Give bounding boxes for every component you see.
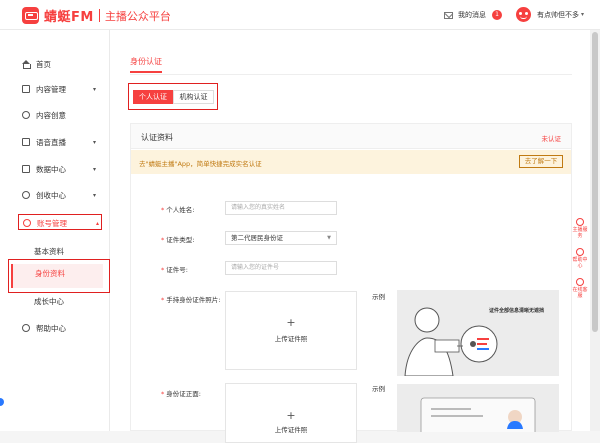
- chevron-down-icon: ▾: [92, 138, 96, 146]
- auth-card: 认证资料 未认证 去"蜻蜓主播"App，简单快捷完成实名认证 去了解一下 * 个人…: [130, 123, 572, 443]
- sidebar-item-content-ideas[interactable]: 内容创意: [22, 107, 102, 123]
- sidebar-item-label: 内容管理: [36, 84, 66, 94]
- logo-divider: [98, 9, 100, 22]
- home-icon: [22, 60, 31, 69]
- sidebar-item-content-management[interactable]: 内容管理 ▾: [22, 81, 102, 97]
- notice-banner: 去"蜻蜓主播"App，简单快捷完成实名认证 去了解一下: [131, 150, 571, 174]
- sidebar-subitem-growth-center[interactable]: 成长中心: [34, 296, 64, 307]
- handheld-upload-box[interactable]: + 上传证件照: [225, 291, 357, 370]
- id-front-label: * 身份证正面:: [161, 390, 201, 398]
- float-label: 主播服务: [572, 227, 588, 239]
- sidebar-subitem-label: 身份资料: [35, 269, 65, 278]
- sidebar-item-account-management[interactable]: 账号管理 ▴: [18, 214, 102, 230]
- id-type-value: 第二代居民身份证: [231, 234, 283, 242]
- user-menu[interactable]: 有点帅但不多 ▾: [516, 7, 584, 22]
- id-card-example-illustration: [397, 384, 559, 432]
- sidebar-item-data-center[interactable]: 数据中心 ▾: [22, 161, 102, 177]
- upload-label: 上传证件照: [274, 426, 308, 434]
- scroll-thumb[interactable]: [592, 32, 598, 332]
- sidebar-item-account-row: 账号管理 ▴: [23, 215, 103, 231]
- notice-text: 去"蜻蜓主播"App，简单快捷完成实名认证: [139, 160, 262, 168]
- sidebar-subitem-identity-info[interactable]: 身份资料: [8, 259, 110, 293]
- upload-label: 上传证件照: [274, 335, 308, 343]
- main-content: 身份认证 个人认证 机构认证 认证资料 未认证 去"蜻蜓主播"App，简单快捷完…: [110, 30, 590, 443]
- live-icon: [22, 138, 30, 146]
- status-badge: 未认证: [541, 135, 562, 143]
- name-label: * 个人姓名:: [161, 206, 195, 214]
- auth-type-switch: 个人认证 机构认证: [128, 83, 218, 110]
- sidebar-item-label: 帮助中心: [36, 323, 66, 333]
- user-icon: [23, 219, 31, 227]
- sidebar-item-label: 数据中心: [36, 164, 66, 174]
- page-scrollbar[interactable]: [590, 30, 600, 431]
- plus-icon: +: [286, 409, 296, 422]
- float-label: 在线客服: [572, 287, 588, 299]
- sidebar-item-label: 账号管理: [37, 218, 67, 228]
- chat-icon: [576, 278, 584, 286]
- sidebar-item-label: 首页: [36, 59, 51, 69]
- card-title: 认证资料: [141, 133, 173, 142]
- id-number-label: * 证件号:: [161, 266, 188, 274]
- float-help-center-button[interactable]: 帮助中心: [572, 248, 588, 269]
- top-bar: 蜻蜓FM 主播公众平台 我的消息 1 有点帅但不多 ▾: [0, 0, 600, 30]
- messages-label: 我的消息: [458, 11, 486, 19]
- chart-icon: [22, 165, 30, 173]
- anchor-service-button[interactable]: 主播服务: [572, 218, 588, 239]
- messages-badge: 1: [492, 10, 502, 20]
- float-label: 帮助中心: [572, 257, 588, 269]
- plus-icon: +: [286, 316, 296, 329]
- example-label: 示例: [372, 293, 385, 301]
- username: 有点帅但不多: [537, 10, 579, 19]
- org-auth-button[interactable]: 机构认证: [173, 90, 214, 104]
- sidebar-item-revenue-center[interactable]: 创收中心 ▾: [22, 187, 102, 203]
- chevron-down-icon: ▼: [327, 235, 331, 241]
- sidebar-subitem-basic-info[interactable]: 基本资料: [34, 246, 64, 257]
- handheld-example-illustration: 证件全部信息清晰无遮挡: [397, 290, 559, 376]
- bulb-icon: [22, 111, 30, 119]
- handheld-photo-label: * 手持身份证件照片:: [161, 296, 221, 304]
- service-icon: [576, 218, 584, 226]
- card-header: 认证资料 未认证: [131, 124, 571, 149]
- id-front-example-image: [397, 384, 559, 432]
- example-caption: 证件全部信息清晰无遮挡: [489, 307, 544, 314]
- id-front-upload-box[interactable]: + 上传证件照: [225, 383, 357, 443]
- logo-radio-icon: [22, 7, 39, 24]
- grid-icon: [22, 85, 30, 93]
- sidebar-item-help-center[interactable]: 帮助中心: [22, 320, 102, 336]
- chevron-up-icon: ▴: [95, 219, 99, 227]
- sidebar-item-label: 创收中心: [36, 190, 66, 200]
- online-support-button[interactable]: 在线客服: [572, 278, 588, 299]
- help-icon: [576, 248, 584, 256]
- messages-link[interactable]: 我的消息 1: [444, 10, 502, 20]
- brand-name: 蜻蜓FM: [44, 10, 94, 25]
- tab-identity-auth[interactable]: 身份认证: [130, 56, 162, 73]
- id-number-input[interactable]: 请输入您的证件号: [225, 261, 337, 275]
- sidebar-item-home[interactable]: 首页: [22, 56, 102, 72]
- sidebar: 首页 内容管理 ▾ 内容创意 语音直播 ▾ 数据中心 ▾ 创收中心 ▾ 账号管理…: [0, 30, 110, 431]
- chevron-down-icon: ▾: [581, 11, 585, 18]
- name-input[interactable]: 请输入您的真实姓名: [225, 201, 337, 215]
- id-type-select[interactable]: 第二代居民身份证 ▼: [225, 231, 337, 245]
- mail-icon: [444, 11, 453, 19]
- sidebar-item-label: 内容创意: [36, 110, 66, 120]
- logo[interactable]: 蜻蜓FM 主播公众平台: [22, 6, 171, 25]
- chevron-down-icon: ▾: [92, 85, 96, 93]
- sidebar-item-voice-live[interactable]: 语音直播 ▾: [22, 134, 102, 150]
- avatar: [516, 7, 531, 22]
- platform-name: 主播公众平台: [104, 9, 171, 23]
- chevron-down-icon: ▾: [92, 191, 96, 199]
- example-label: 示例: [372, 385, 385, 393]
- sidebar-item-label: 语音直播: [36, 137, 66, 147]
- handheld-example-image: 证件全部信息清晰无遮挡: [397, 290, 559, 376]
- learn-more-button[interactable]: 去了解一下: [519, 155, 563, 168]
- personal-auth-button[interactable]: 个人认证: [133, 90, 173, 104]
- id-type-label: * 证件类型:: [161, 236, 195, 244]
- tab-divider: [130, 74, 572, 75]
- help-icon: [22, 324, 30, 332]
- chevron-down-icon: ▾: [92, 165, 96, 173]
- coin-icon: [22, 191, 30, 199]
